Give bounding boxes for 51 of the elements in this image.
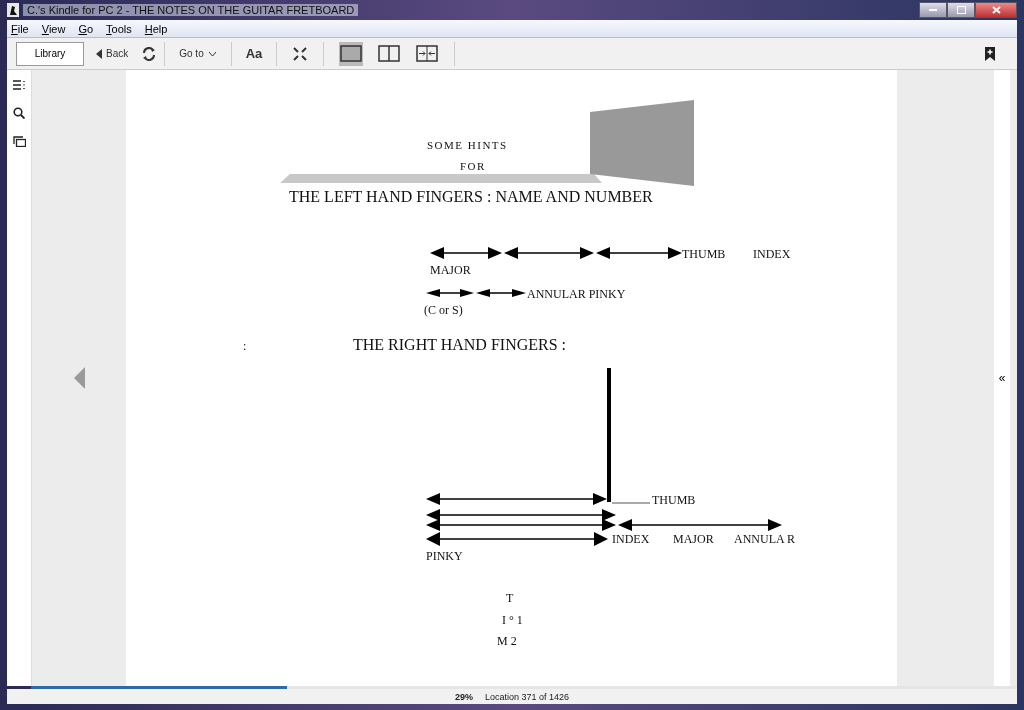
maximize-icon (956, 6, 966, 14)
page-text: FOR (460, 160, 486, 172)
minimize-button[interactable] (919, 2, 947, 18)
page-text: ANNULAR PINKY (527, 287, 626, 302)
fullscreen-icon[interactable] (293, 46, 308, 61)
page-text: PINKY (426, 549, 463, 564)
layout-button[interactable] (339, 41, 364, 66)
page-text: THE LEFT HAND FINGERS : NAME AND NUMBER (289, 188, 653, 206)
menu-item[interactable]: Help (144, 22, 168, 35)
page-text: SOME HINTS (427, 139, 508, 151)
page-text: M 2 (497, 634, 517, 649)
percent-read: 29% (454, 691, 473, 702)
page-text: THUMB (652, 493, 696, 508)
page-text: THUMB (682, 247, 726, 262)
menu-item[interactable]: File (11, 22, 29, 35)
page-text: ANNULA R (734, 532, 795, 547)
table-of-contents-icon[interactable] (12, 80, 26, 90)
double-arrow (426, 289, 474, 297)
back-triangle-icon (96, 48, 102, 59)
close-icon (991, 6, 1001, 14)
menu-item[interactable]: Go (78, 22, 94, 35)
search-icon[interactable] (13, 107, 25, 119)
page-text: MAJOR (673, 532, 714, 547)
cards-icon[interactable] (12, 136, 26, 147)
menu-item[interactable]: View (41, 22, 66, 35)
minimize-icon (929, 8, 937, 12)
back-button[interactable]: Back (90, 43, 135, 64)
page-text: THE RIGHT HAND FINGERS : (353, 336, 567, 354)
page-text: INDEX (753, 247, 791, 262)
chevron-down-icon (207, 50, 217, 57)
maximize-button[interactable] (947, 2, 975, 18)
page-text: T (506, 591, 514, 606)
library-button[interactable]: Library (16, 41, 84, 66)
page-text: : (243, 339, 247, 354)
location-text: Location 371 of 1426 (484, 691, 570, 702)
bookmark-add-icon[interactable] (985, 46, 995, 61)
sync-icon[interactable] (142, 46, 157, 61)
page-text: INDEX (612, 532, 650, 547)
double-arrow (430, 247, 502, 259)
font-button[interactable]: Aa (239, 43, 269, 64)
page-text: (C or S) (424, 303, 463, 318)
page-text: I ° 1 (502, 613, 523, 628)
page-text: MAJOR (430, 263, 471, 278)
window-title: C.'s Kindle for PC 2 - THE NOTES ON THE GUITAR FRETBOARD (23, 4, 359, 16)
close-button[interactable] (975, 2, 1017, 18)
goto-button[interactable]: Go to (173, 43, 223, 64)
menu-item[interactable]: Tools (106, 22, 132, 35)
app-icon (7, 3, 19, 17)
leader-line (611, 502, 651, 504)
expand-panel-button[interactable]: « (998, 371, 1006, 385)
double-arrow (476, 289, 526, 297)
